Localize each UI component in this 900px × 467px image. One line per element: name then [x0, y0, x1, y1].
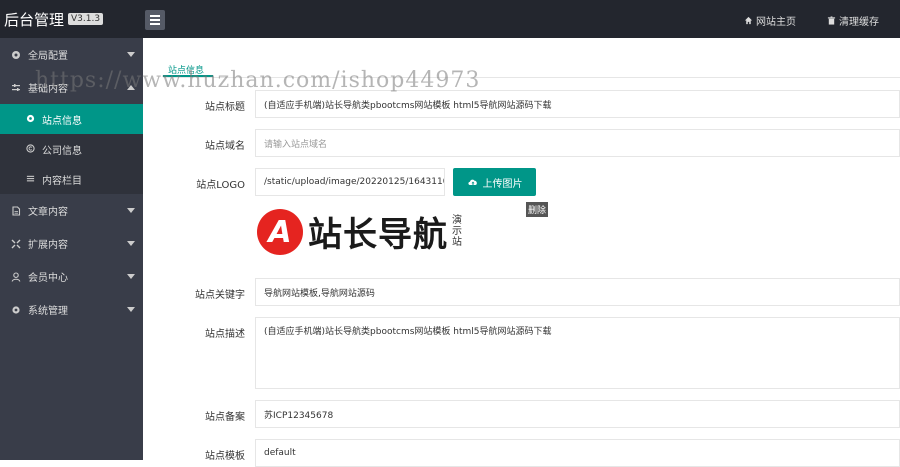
sidebar-item-label: 文章内容 [28, 207, 68, 218]
site-domain-input[interactable]: 请输入站点域名 [255, 129, 900, 157]
menu-toggle-button[interactable] [145, 10, 165, 30]
chevron-down-icon [127, 52, 135, 57]
brand: 后台管理 V3.1.3 [0, 0, 143, 38]
sliders-icon [10, 82, 22, 94]
chevron-down-icon [127, 307, 135, 312]
sidebar-subitem-label: 公司信息 [42, 145, 82, 157]
sidebar-item-label: 会员中心 [28, 273, 68, 284]
logo-preview-demo: 演示站 [452, 215, 462, 248]
site-home-label: 网站主页 [756, 17, 796, 28]
sidebar-item-global-config[interactable]: 全局配置 [0, 38, 143, 71]
logo-preview-text: 站长导航 [308, 215, 448, 255]
brand-title: 后台管理 [4, 10, 65, 29]
site-home-link[interactable]: 网站主页 [744, 13, 796, 28]
site-description-label: 站点描述 [205, 329, 245, 340]
gear-icon [10, 49, 22, 61]
site-keywords-label: 站点关键字 [195, 290, 245, 301]
upload-image-label: 上传图片 [482, 178, 523, 190]
delete-logo-button[interactable]: 删除 [526, 202, 549, 217]
sidebar-subitem-label: 内容栏目 [42, 175, 82, 187]
site-description-textarea[interactable]: (自适应手机端)站长导航类pbootcms网站模板 html5导航网站源码下载 [255, 317, 900, 389]
logo-preview-image: A 站长导航 演示站 [255, 204, 505, 259]
gear-icon [26, 114, 36, 124]
clear-cache-label: 清理缓存 [839, 17, 879, 28]
top-bar: 后台管理 V3.1.3 网站主页 清理缓存 [0, 0, 900, 38]
chevron-down-icon [127, 274, 135, 279]
site-icp-label: 站点备案 [205, 412, 245, 423]
site-domain-label: 站点域名 [205, 141, 245, 152]
site-keywords-input[interactable]: 导航网站模板,导航网站源码 [255, 278, 900, 306]
cloud-upload-icon [467, 179, 477, 185]
chevron-down-icon [127, 208, 135, 213]
logo-mark-letter: A [266, 215, 291, 250]
sidebar-subitem-content-columns[interactable]: 内容栏目 [0, 164, 143, 194]
sidebar-subitem-site-info[interactable]: 站点信息 [0, 104, 143, 134]
site-title-label: 站点标题 [205, 102, 245, 113]
logo-mark-icon: A [257, 208, 303, 255]
trash-icon [827, 16, 836, 25]
tab-divider [163, 77, 900, 78]
sidebar-item-label: 基础内容 [28, 84, 68, 95]
site-title-input[interactable]: (自适应手机端)站长导航类pbootcms网站模板 html5导航网站源码下载 [255, 90, 900, 118]
version-badge: V3.1.3 [68, 13, 104, 25]
site-icp-input[interactable]: 苏ICP12345678 [255, 400, 900, 428]
user-icon [10, 271, 22, 283]
sidebar-item-label: 扩展内容 [28, 240, 68, 251]
sidebar: 全局配置 基础内容 站点信息 公司信息 内容栏目 文章内容 扩展内容 会员中心 … [0, 38, 143, 460]
sidebar-subitem-label: 站点信息 [42, 115, 82, 127]
file-icon [10, 205, 22, 217]
home-icon [744, 16, 753, 25]
hamburger-icon [150, 15, 160, 17]
chevron-down-icon [127, 241, 135, 246]
main-content: 站点信息 站点标题 (自适应手机端)站长导航类pbootcms网站模板 html… [143, 38, 900, 467]
tab-active-indicator [163, 75, 213, 77]
settings-icon [10, 304, 22, 316]
upload-image-button[interactable]: 上传图片 [453, 168, 536, 196]
site-logo-label: 站点LOGO [196, 180, 245, 191]
sidebar-item-basic-content[interactable]: 基础内容 [0, 71, 143, 104]
sidebar-item-system-management[interactable]: 系统管理 [0, 293, 143, 326]
list-icon [26, 174, 36, 184]
sidebar-item-member-center[interactable]: 会员中心 [0, 260, 143, 293]
puzzle-icon [10, 238, 22, 250]
sidebar-item-label: 全局配置 [28, 51, 68, 62]
copyright-icon [26, 144, 36, 154]
sidebar-item-label: 系统管理 [28, 306, 68, 317]
sidebar-item-article-content[interactable]: 文章内容 [0, 194, 143, 227]
site-logo-input[interactable]: /static/upload/image/20220125/1643110 [255, 168, 445, 196]
sidebar-subitem-company-info[interactable]: 公司信息 [0, 134, 143, 164]
chevron-up-icon [127, 85, 135, 90]
clear-cache-link[interactable]: 清理缓存 [827, 13, 879, 28]
sidebar-item-extension-content[interactable]: 扩展内容 [0, 227, 143, 260]
site-template-input[interactable]: default [255, 439, 900, 467]
